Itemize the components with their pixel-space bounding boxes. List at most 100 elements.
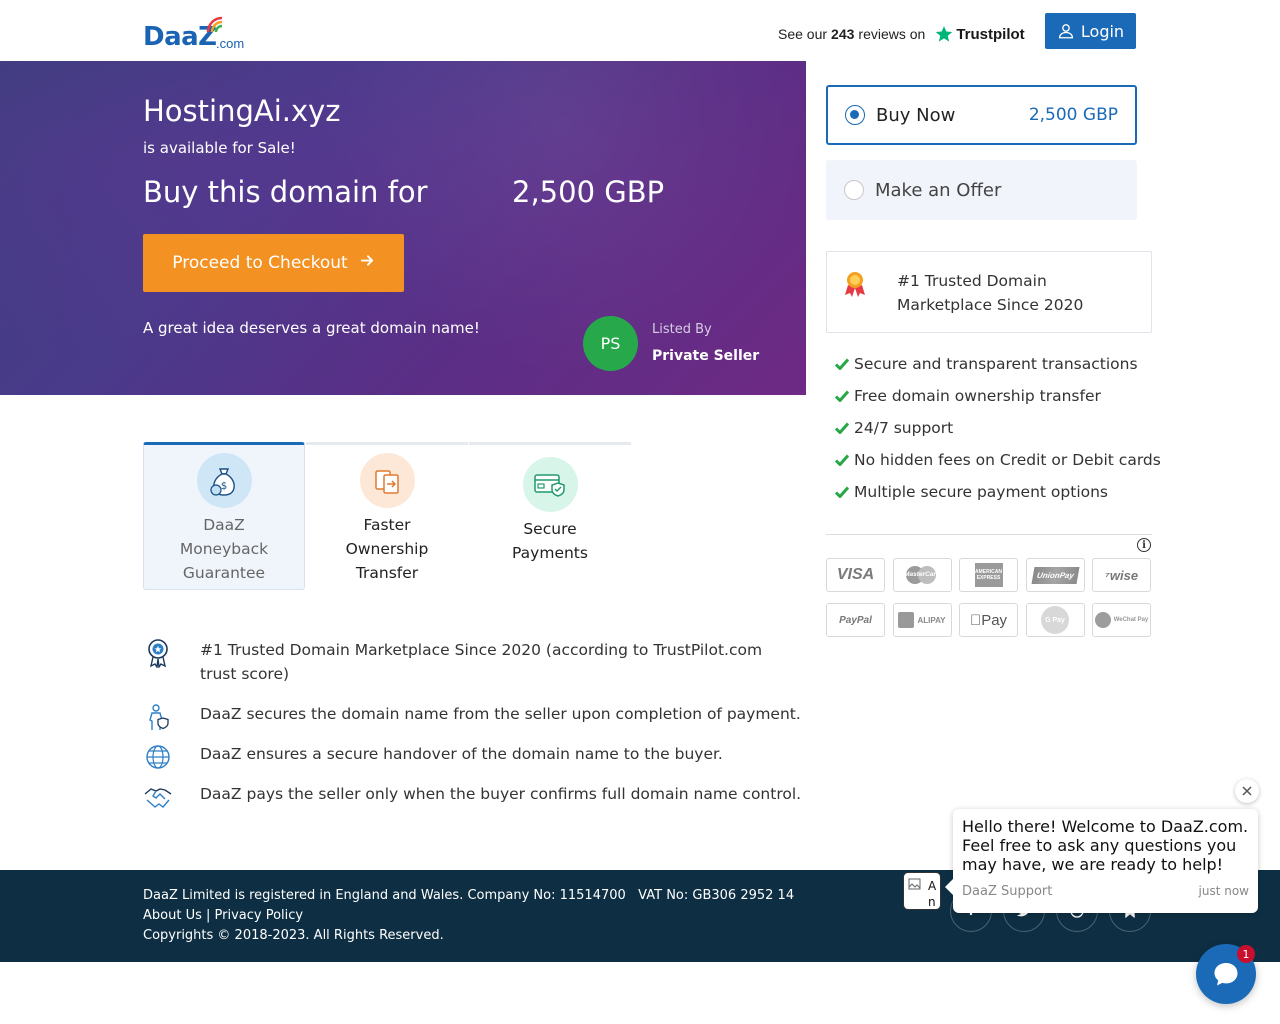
- benefits-list: Secure and transparent transactions Free…: [835, 348, 1161, 508]
- link-separator: |: [206, 908, 211, 923]
- chat-timestamp: just now: [1198, 884, 1249, 898]
- buy-now-radio[interactable]: [845, 105, 865, 125]
- handshake-icon: [144, 788, 172, 808]
- check-icon: [835, 454, 849, 466]
- list-item-text: DaaZ ensures a secure handover of the do…: [200, 745, 723, 763]
- copyright: Copyrights © 2018-2023. All Rights Reser…: [143, 928, 444, 943]
- make-offer-radio[interactable]: [844, 180, 864, 200]
- proceed-to-checkout-button[interactable]: Proceed to Checkout: [143, 234, 404, 292]
- benefit-text: Multiple secure payment options: [854, 483, 1109, 501]
- paypal-logo: PayPal: [826, 603, 885, 637]
- trustpilot-logo: Trustpilot: [935, 25, 1025, 43]
- image-icon: [908, 878, 921, 890]
- check-icon: [835, 486, 849, 498]
- benefit-item: Secure and transparent transactions: [835, 348, 1161, 380]
- hero-tagline: A great idea deserves a great domain nam…: [143, 319, 480, 337]
- visa-logo: VISA: [826, 558, 885, 592]
- about-us-link[interactable]: About Us: [143, 908, 202, 923]
- tab-label: Faster Ownership Transfer: [345, 516, 429, 582]
- chat-message-text: Hello there! Welcome to DaaZ.com. Feel f…: [962, 817, 1249, 874]
- globe-icon: [146, 745, 170, 769]
- check-icon: [835, 390, 849, 402]
- login-label: Login: [1080, 21, 1125, 41]
- trusted-marketplace-box: #1 Trusted Domain Marketplace Since 2020: [826, 251, 1152, 333]
- award-badge-icon: [148, 639, 168, 668]
- buy-now-price: 2,500 GBP: [1028, 105, 1118, 125]
- domain-name: HostingAi.xyz: [143, 94, 341, 128]
- secure-card-icon: [522, 457, 578, 512]
- apple-pay-logo: Pay: [959, 603, 1018, 637]
- medal-icon: [845, 272, 865, 297]
- trustpilot-reviews[interactable]: See our 243 reviews on Trustpilot: [778, 25, 1025, 43]
- daaz-logo[interactable]: DaaZ .com: [143, 12, 253, 52]
- hero-banner: HostingAi.xyz is available for Sale! Buy…: [0, 61, 806, 395]
- listed-by-label: Listed By: [652, 322, 712, 337]
- list-item-text: DaaZ secures the domain name from the se…: [200, 705, 801, 723]
- list-item: DaaZ pays the seller only when the buyer…: [143, 782, 803, 812]
- site-header: DaaZ .com See our 243 reviews on Trustpi…: [0, 0, 1280, 61]
- reviews-suffix: reviews on: [858, 26, 926, 42]
- unionpay-logo: UnionPay: [1025, 558, 1085, 592]
- close-icon: [1242, 786, 1252, 796]
- footer-links: About Us | Privacy Policy: [143, 908, 303, 923]
- wechat-pay-logo: WeChat Pay: [1092, 603, 1151, 637]
- chat-bubble-icon: [1214, 963, 1238, 986]
- list-item: #1 Trusted Domain Marketplace Since 2020…: [143, 638, 803, 686]
- tab-moneyback-guarantee[interactable]: $ DaaZ Moneyback Guarantee: [143, 442, 305, 590]
- reviews-prefix: See our: [778, 26, 828, 42]
- tab-label: Secure Payments: [512, 520, 588, 562]
- feature-tabs: $ DaaZ Moneyback Guarantee Faster Owners…: [143, 442, 632, 590]
- benefit-item: Free domain ownership transfer: [835, 380, 1161, 412]
- list-item-text: #1 Trusted Domain Marketplace Since 2020…: [200, 641, 763, 683]
- check-icon: [835, 358, 849, 370]
- benefit-text: No hidden fees on Credit or Debit cards: [854, 451, 1161, 469]
- make-offer-option[interactable]: Make an Offer: [826, 160, 1137, 220]
- seller-name: Private Seller: [652, 348, 760, 364]
- payment-divider: [826, 534, 1152, 535]
- login-button[interactable]: Login: [1045, 13, 1136, 49]
- check-icon: [835, 422, 849, 434]
- amex-logo: AMERICAN EXPRESS: [959, 558, 1018, 592]
- arrow-right-icon: [360, 253, 375, 273]
- chat-close-button[interactable]: [1235, 779, 1259, 803]
- signal-arcs-icon: [206, 16, 223, 33]
- google-pay-logo: G Pay: [1025, 603, 1085, 637]
- payment-methods-grid: VISA MasterCard AMERICAN EXPRESS UnionPa…: [826, 558, 1156, 637]
- list-item: DaaZ ensures a secure handover of the do…: [143, 742, 803, 772]
- buy-now-option[interactable]: Buy Now 2,500 GBP: [826, 85, 1137, 145]
- checkout-label: Proceed to Checkout: [172, 253, 348, 273]
- reviews-count: 243: [831, 26, 855, 42]
- unread-badge: 1: [1237, 945, 1255, 963]
- chat-agent-name: DaaZ Support: [962, 884, 1053, 899]
- money-bag-icon: $: [196, 453, 252, 508]
- avatar-alt-text: A: [928, 879, 937, 893]
- benefit-item: No hidden fees on Credit or Debit cards: [835, 444, 1161, 476]
- tab-label: DaaZ Moneyback Guarantee: [179, 516, 269, 582]
- mastercard-logo: MasterCard: [892, 558, 952, 592]
- trustpilot-star-icon: [936, 26, 953, 42]
- benefit-item: Multiple secure payment options: [835, 476, 1161, 508]
- list-item: DaaZ secures the domain name from the se…: [143, 702, 803, 732]
- chat-welcome-message[interactable]: Hello there! Welcome to DaaZ.com. Feel f…: [945, 809, 1258, 913]
- secure-person-icon: [149, 704, 169, 730]
- logo-suffix: .com: [216, 36, 245, 51]
- tab-secure-payments[interactable]: Secure Payments: [469, 442, 631, 590]
- privacy-policy-link[interactable]: Privacy Policy: [215, 908, 304, 923]
- buy-label: Buy this domain for: [143, 175, 428, 209]
- trustpilot-label: Trustpilot: [956, 25, 1025, 43]
- alipay-logo: ALIPAY: [892, 603, 952, 637]
- document-transfer-icon: [359, 453, 415, 508]
- chat-agent-avatar: A n: [903, 872, 941, 910]
- list-item-text: DaaZ pays the seller only when the buyer…: [200, 785, 802, 803]
- benefit-text: Free domain ownership transfer: [854, 387, 1101, 405]
- user-icon: [1058, 24, 1073, 39]
- avatar-alt-text: n: [928, 895, 936, 909]
- tab-ownership-transfer[interactable]: Faster Ownership Transfer: [306, 442, 468, 590]
- benefit-item: 24/7 support: [835, 412, 1161, 444]
- svg-text:$: $: [221, 481, 227, 492]
- trusted-text: #1 Trusted Domain Marketplace Since 2020: [897, 272, 1084, 314]
- make-offer-label: Make an Offer: [875, 179, 1002, 201]
- availability-text: is available for Sale!: [143, 139, 296, 157]
- info-icon[interactable]: i: [1137, 538, 1151, 552]
- hero-price: 2,500 GBP: [512, 175, 665, 209]
